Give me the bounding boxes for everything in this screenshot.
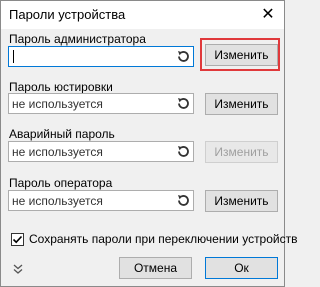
save-passwords-label[interactable]: Сохранять пароли при переключении устрой… — [29, 232, 297, 246]
reset-icon[interactable] — [175, 192, 192, 209]
operator-password-label: Пароль оператора — [9, 176, 113, 190]
emergency-password-label: Аварийный пароль — [9, 127, 115, 141]
reset-icon[interactable] — [175, 143, 192, 160]
change-operator-password-button[interactable]: Изменить — [205, 190, 278, 212]
dialog-title: Пароли устройства — [9, 7, 126, 22]
ok-button[interactable]: Ок — [205, 257, 278, 279]
passwords-dialog: Пароли устройства ✕ Пароль администратор… — [0, 0, 297, 287]
change-emergency-password-button[interactable]: Изменить — [205, 141, 278, 163]
title-bar: Пароли устройства ✕ — [1, 1, 284, 29]
operator-password-value: не используется — [12, 194, 103, 208]
reset-icon[interactable] — [175, 48, 192, 65]
change-adjust-password-button[interactable]: Изменить — [205, 93, 278, 115]
chevron-double-down-icon[interactable] — [12, 263, 24, 275]
cancel-button[interactable]: Отмена — [119, 257, 192, 279]
reset-icon[interactable] — [175, 95, 192, 112]
adjust-password-input[interactable]: не используется — [8, 93, 194, 114]
operator-password-input[interactable]: не используется — [8, 190, 194, 211]
save-passwords-checkbox[interactable] — [11, 233, 24, 246]
adjust-password-label: Пароль юстировки — [9, 80, 113, 94]
emergency-password-value: не используется — [12, 145, 103, 159]
change-admin-password-button[interactable]: Изменить — [205, 44, 278, 66]
admin-password-label: Пароль администратора — [9, 32, 146, 46]
checkmark-icon — [12, 235, 23, 244]
close-icon[interactable]: ✕ — [258, 5, 278, 25]
text-caret — [13, 50, 14, 63]
adjust-password-value: не используется — [12, 97, 103, 111]
admin-password-input[interactable] — [8, 46, 194, 67]
emergency-password-input[interactable]: не используется — [8, 141, 194, 162]
